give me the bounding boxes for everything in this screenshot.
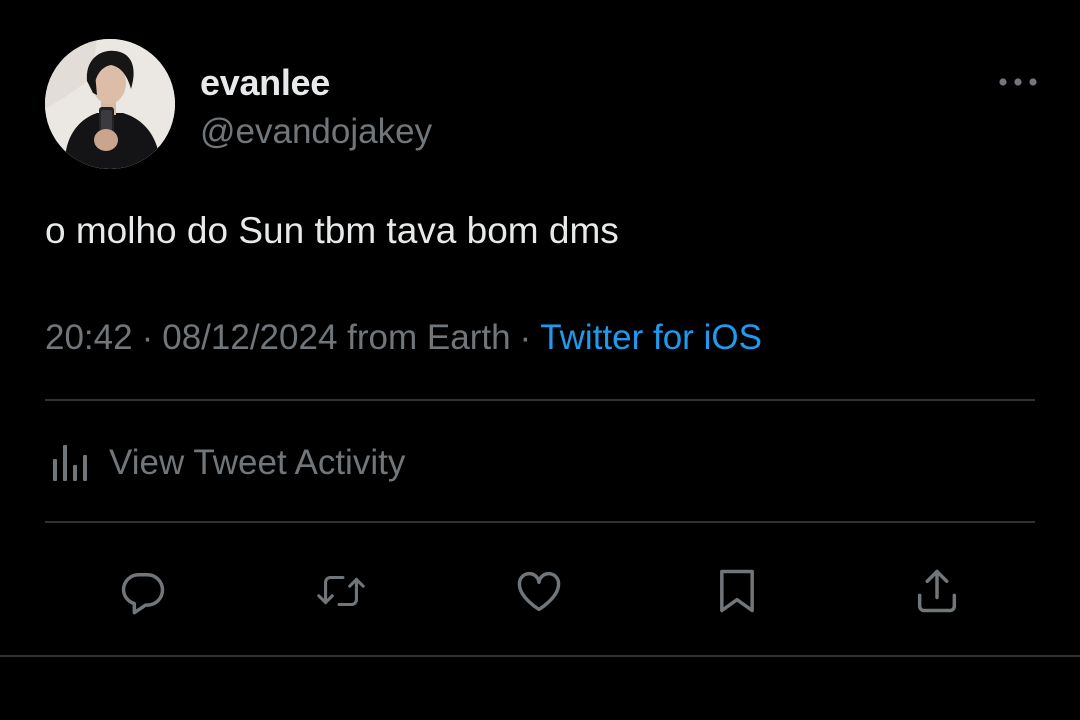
tweet-location: from Earth (347, 318, 511, 357)
reply-icon (121, 573, 165, 615)
retweet-icon (317, 575, 365, 607)
reply-button[interactable] (116, 564, 170, 618)
more-options-icon (999, 78, 1037, 86)
divider (0, 655, 1080, 657)
tweet-metadata: 20:42 · 08/12/2024 from Earth · Twitter for … (45, 318, 762, 358)
tweet-source-link[interactable]: Twitter for iOS (540, 318, 762, 357)
bar-chart-icon (53, 445, 87, 481)
share-icon (917, 569, 957, 613)
divider (45, 399, 1035, 401)
bookmark-icon (720, 569, 754, 613)
tweet-time: 20:42 (45, 318, 133, 357)
divider (45, 521, 1035, 523)
meta-separator: · (141, 318, 154, 357)
view-tweet-activity-button[interactable]: View Tweet Activity (45, 438, 405, 488)
avatar-photo (45, 39, 175, 169)
more-options-button[interactable] (996, 64, 1040, 100)
heart-icon (517, 571, 561, 612)
username-handle[interactable]: @evandojakey (200, 112, 432, 152)
share-button[interactable] (910, 564, 964, 618)
tweet-text: o molho do Sun tbm tava bom dms (45, 210, 619, 251)
retweet-button[interactable] (314, 564, 368, 618)
like-button[interactable] (512, 564, 566, 618)
view-tweet-activity-label: View Tweet Activity (109, 443, 406, 482)
tweet-date: 08/12/2024 (162, 318, 338, 357)
display-name[interactable]: evanlee (200, 62, 330, 104)
meta-separator: · (519, 318, 532, 357)
bookmark-button[interactable] (710, 564, 764, 618)
avatar[interactable] (45, 39, 175, 169)
